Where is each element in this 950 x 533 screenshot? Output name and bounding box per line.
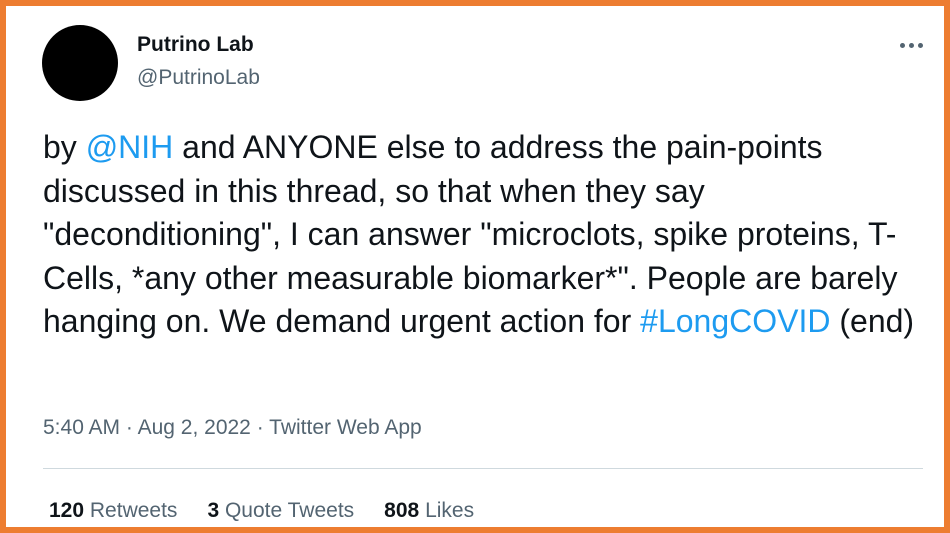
divider [43,468,923,469]
likes-count: 808 [384,499,420,522]
tweet-text: by @NIH and ANYONE else to address the p… [43,126,923,344]
tweet-time[interactable]: 5:40 AM [43,416,120,439]
quote-tweets-count: 3 [207,499,220,522]
retweets-label: Retweets [89,499,178,522]
dot [899,42,905,48]
tweet-card: Putrino Lab @PutrinoLab by @NIH and ANYO… [0,0,950,533]
mention-link[interactable]: @NIH [86,129,174,165]
author-name[interactable]: Putrino Lab [137,33,254,57]
author-handle[interactable]: @PutrinoLab [137,66,260,90]
avatar[interactable] [42,25,118,101]
hashtag-link[interactable]: #LongCOVID [640,303,830,339]
dot [917,42,923,48]
dot [908,42,914,48]
retweets-stat[interactable]: 120 Retweets [49,499,177,523]
quote-tweets-label: Quote Tweets [224,499,355,522]
tweet-source[interactable]: Twitter Web App [269,416,422,439]
meta-separator: · [125,416,133,439]
likes-stat[interactable]: 808 Likes [384,499,474,523]
more-options-icon[interactable] [894,30,928,60]
tweet-text-segment: (end) [830,303,915,339]
retweets-count: 120 [49,499,85,522]
tweet-date[interactable]: Aug 2, 2022 [138,416,251,439]
tweet-meta: 5:40 AM · Aug 2, 2022 · Twitter Web App [43,416,422,440]
quote-tweets-stat[interactable]: 3 Quote Tweets [207,499,354,523]
meta-separator: · [256,416,264,439]
tweet-text-segment: by [43,129,86,165]
engagement-stats: 120 Retweets 3 Quote Tweets 808 Likes [49,499,474,523]
likes-label: Likes [425,499,475,522]
